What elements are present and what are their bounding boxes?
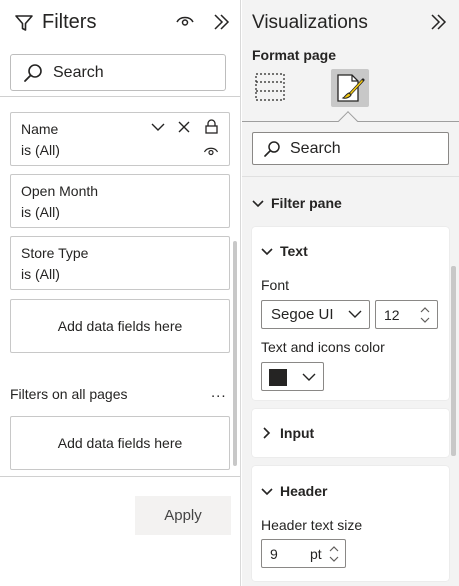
- header-text-size-label: Header text size: [261, 517, 363, 533]
- header-text-size-stepper[interactable]: 9 pt: [261, 539, 346, 568]
- filter-card-title: Open Month: [21, 183, 99, 199]
- text-card: Text Font Segoe UI 12 Text and icons col…: [252, 227, 449, 400]
- divider: [242, 176, 459, 177]
- chevron-down-icon: [261, 247, 273, 256]
- text-color-label: Text and icons color: [261, 339, 385, 355]
- section-title: Input: [280, 425, 315, 441]
- filters-header: Filters: [14, 11, 96, 34]
- chevron-down-icon[interactable]: [151, 122, 165, 132]
- apply-button[interactable]: Apply: [135, 496, 231, 535]
- filter-funnel-icon: [14, 13, 34, 33]
- filters-scrollbar[interactable]: [233, 241, 237, 466]
- double-chevron-right-icon[interactable]: [429, 13, 447, 31]
- chevron-down-icon: [261, 487, 273, 496]
- font-family-value: Segoe UI: [271, 306, 334, 323]
- section-text[interactable]: Text: [261, 243, 308, 259]
- color-swatch: [269, 369, 287, 386]
- double-chevron-right-icon[interactable]: [212, 13, 230, 31]
- chevron-right-icon: [261, 427, 273, 439]
- format-scrollbar[interactable]: [451, 266, 456, 456]
- visualizations-pane: Visualizations Format page Search Filter…: [242, 0, 459, 586]
- font-family-dropdown[interactable]: Segoe UI: [261, 300, 370, 329]
- divider: [0, 96, 240, 97]
- filter-card-state: is (All): [21, 204, 60, 220]
- format-paintbrush-icon: [334, 72, 366, 104]
- section-header[interactable]: Header: [261, 483, 327, 499]
- filter-card-title: Name: [21, 121, 59, 137]
- clear-filter-icon[interactable]: [178, 121, 190, 133]
- section-title: Header: [280, 483, 328, 499]
- section-input[interactable]: Input: [261, 425, 314, 441]
- filter-card-open-month[interactable]: Open Month is (All): [10, 174, 230, 228]
- eye-icon[interactable]: [175, 13, 195, 29]
- more-options-icon[interactable]: ...: [211, 384, 227, 401]
- header-text-size-value: 9: [270, 546, 278, 562]
- all-pages-filters-dropzone[interactable]: Add data fields here: [10, 416, 230, 470]
- search-icon: [263, 140, 281, 158]
- font-label: Font: [261, 277, 290, 293]
- filter-card-store-type[interactable]: Store Type is (All): [10, 236, 230, 290]
- font-size-value: 12: [384, 306, 400, 323]
- filter-card-state: is (All): [21, 266, 60, 282]
- section-title: Text: [280, 243, 308, 259]
- spin-arrows-icon[interactable]: [328, 544, 340, 564]
- section-filter-pane[interactable]: Filter pane: [252, 195, 342, 211]
- chevron-down-icon: [302, 372, 316, 382]
- active-tab-indicator: [338, 111, 358, 131]
- field-list-icon[interactable]: [254, 71, 286, 103]
- lock-icon[interactable]: [205, 119, 218, 134]
- filter-card-state: is (All): [21, 142, 60, 158]
- tab-format[interactable]: [331, 69, 369, 107]
- filter-card-title: Store Type: [21, 245, 89, 261]
- all-pages-filters-heading: Filters on all pages: [10, 386, 128, 402]
- font-size-stepper[interactable]: 12: [375, 300, 438, 329]
- divider: [0, 476, 240, 477]
- format-page-subtitle: Format page: [252, 47, 337, 63]
- header-card: Header Header text size 9 pt: [252, 466, 449, 581]
- format-search-box[interactable]: Search: [252, 132, 449, 165]
- chevron-down-icon: [348, 309, 362, 319]
- page-filters-dropzone[interactable]: Add data fields here: [10, 299, 230, 353]
- filter-card-name[interactable]: Name is (All): [10, 112, 230, 166]
- chevron-down-icon: [252, 199, 264, 208]
- format-search-placeholder: Search: [290, 139, 341, 157]
- eye-icon[interactable]: [203, 145, 219, 157]
- filters-pane: Filters Search Name is (All) Open Month …: [0, 0, 241, 586]
- filters-search-placeholder: Search: [53, 63, 104, 81]
- unit-label: pt: [310, 546, 322, 562]
- spin-arrows-icon[interactable]: [419, 305, 431, 325]
- filters-title: Filters: [42, 11, 97, 33]
- section-title: Filter pane: [271, 195, 342, 211]
- search-icon: [23, 63, 43, 83]
- input-card: Input: [252, 409, 449, 457]
- filters-search-box[interactable]: Search: [10, 54, 226, 91]
- text-color-picker[interactable]: [261, 362, 324, 391]
- visualizations-title: Visualizations: [252, 12, 368, 33]
